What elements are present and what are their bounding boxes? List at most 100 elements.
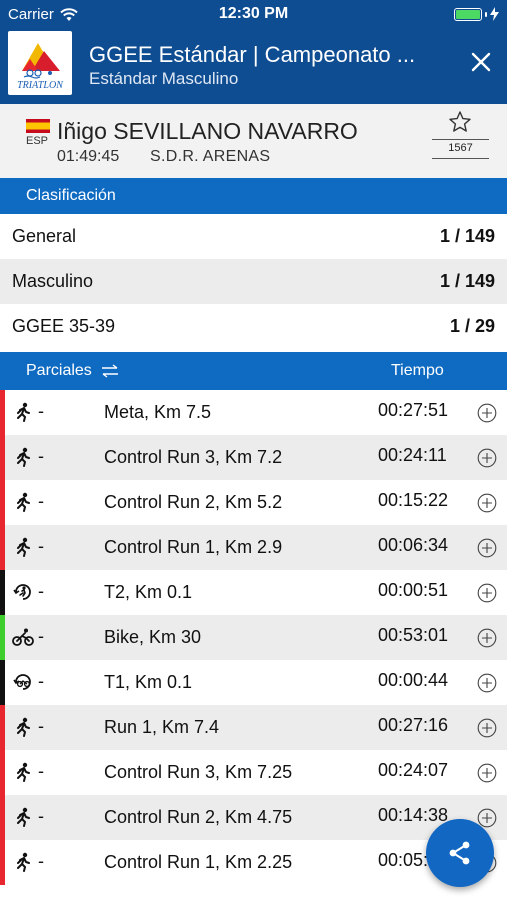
nav-header: TRIATLON GGEE Estándar | Campeonato ... … — [0, 30, 507, 104]
classification-header: Clasificación — [0, 178, 507, 214]
discipline-stripe — [0, 660, 5, 705]
run-icon — [12, 447, 34, 467]
expand-plus-icon[interactable] — [477, 493, 497, 513]
split-row[interactable]: - Run 1, Km 7.4 00:27:16 — [0, 705, 507, 750]
discipline-stripe — [0, 750, 5, 795]
discipline-stripe — [0, 480, 5, 525]
split-time: 00:15:22 — [378, 490, 449, 510]
swap-icon[interactable] — [101, 364, 119, 378]
split-rank: - — [38, 626, 44, 646]
split-row[interactable]: - Control Run 1, Km 2.9 00:06:34 — [0, 525, 507, 570]
splits-time-heading: Tiempo — [391, 362, 444, 379]
classification-value: 1 / 149 — [439, 271, 495, 291]
run-icon — [12, 537, 34, 557]
run-icon — [12, 492, 34, 512]
classification-row: General 1 / 149 — [0, 214, 507, 259]
split-rank: - — [38, 761, 44, 781]
discipline-stripe — [0, 570, 5, 615]
discipline-stripe — [0, 705, 5, 750]
discipline-stripe — [0, 840, 5, 885]
split-rank: - — [38, 806, 44, 826]
split-name: Control Run 2, Km 4.75 — [104, 807, 293, 827]
classification-label: GGEE 35-39 — [12, 316, 116, 336]
split-time: 00:27:16 — [378, 715, 449, 735]
split-row[interactable]: - Bike, Km 30 00:53:01 — [0, 615, 507, 660]
run-icon — [12, 402, 34, 422]
split-name: Control Run 1, Km 2.9 — [104, 537, 283, 557]
split-row[interactable]: - T2, Km 0.1 00:00:51 — [0, 570, 507, 615]
split-time: 00:06:34 — [378, 535, 449, 555]
bike-icon — [12, 627, 34, 647]
discipline-stripe — [0, 615, 5, 660]
discipline-stripe — [0, 435, 5, 480]
split-name: Bike, Km 30 — [104, 627, 202, 647]
split-rank: - — [38, 581, 44, 601]
expand-plus-icon[interactable] — [477, 538, 497, 558]
split-time: 00:27:51 — [378, 400, 449, 420]
athlete-club: S.D.R. ARENAS — [150, 148, 271, 165]
split-rank: - — [38, 851, 44, 871]
share-icon — [449, 841, 470, 865]
charging-icon — [490, 7, 499, 21]
expand-plus-icon[interactable] — [477, 403, 497, 423]
close-icon[interactable] — [469, 50, 493, 74]
expand-plus-icon[interactable] — [477, 673, 497, 693]
split-name: Run 1, Km 7.4 — [104, 717, 220, 737]
run-icon — [12, 717, 34, 737]
spain-flag-icon — [26, 119, 50, 133]
split-name: Control Run 3, Km 7.25 — [104, 762, 293, 782]
split-rank: - — [38, 671, 44, 691]
star-icon[interactable] — [448, 110, 472, 134]
share-button[interactable] — [426, 819, 494, 887]
classification-value: 1 / 149 — [439, 226, 495, 246]
battery-icon — [454, 7, 499, 21]
split-rank: - — [38, 536, 44, 556]
classification-label: General — [12, 226, 77, 246]
triathlon-logo: TRIATLON — [8, 31, 72, 95]
split-name: Control Run 3, Km 7.2 — [104, 447, 283, 467]
athlete-name: Iñigo SEVILLANO NAVARRO — [57, 118, 358, 144]
page-title: GGEE Estándar | Campeonato ... — [89, 42, 416, 67]
split-rank: - — [38, 446, 44, 466]
split-time: 00:00:44 — [378, 670, 449, 690]
splits-header: Parciales Tiempo — [0, 352, 507, 390]
clock: 12:30 PM — [218, 5, 289, 22]
status-bar: Carrier 12:30 PM — [0, 0, 507, 30]
split-name: Meta, Km 7.5 — [104, 402, 212, 422]
bib-number: 1567 — [432, 139, 489, 159]
classification-row: Masculino 1 / 149 — [0, 259, 507, 304]
page-subtitle: Estándar Masculino — [89, 69, 239, 88]
discipline-stripe — [0, 525, 5, 570]
expand-plus-icon[interactable] — [477, 763, 497, 783]
split-rank: - — [38, 716, 44, 736]
split-row[interactable]: - T1, Km 0.1 00:00:44 — [0, 660, 507, 705]
logo-text: TRIATLON — [17, 80, 64, 91]
discipline-stripe — [0, 795, 5, 840]
expand-plus-icon[interactable] — [477, 448, 497, 468]
split-time: 00:00:51 — [378, 580, 449, 600]
split-row[interactable]: - Control Run 3, Km 7.2 00:24:11 — [0, 435, 507, 480]
expand-plus-icon[interactable] — [477, 628, 497, 648]
athlete-card: ESP Iñigo SEVILLANO NAVARRO 01:49:45 S.D… — [0, 104, 507, 178]
run-icon — [12, 852, 34, 872]
split-name: T1, Km 0.1 — [104, 672, 193, 692]
split-time: 00:53:01 — [378, 625, 449, 645]
classification-label: Masculino — [12, 271, 94, 291]
expand-plus-icon[interactable] — [477, 718, 497, 738]
classification-title: Clasificación — [26, 187, 116, 204]
split-row[interactable]: - Control Run 2, Km 5.2 00:15:22 — [0, 480, 507, 525]
discipline-stripe — [0, 390, 5, 435]
classification-row: GGEE 35-39 1 / 29 — [0, 304, 507, 349]
split-rank: - — [38, 491, 44, 511]
split-name: T2, Km 0.1 — [104, 582, 193, 602]
transition-bike-icon — [12, 672, 34, 692]
country-code: ESP — [26, 135, 49, 147]
splits-title: Parciales — [26, 362, 92, 379]
split-row[interactable]: - Meta, Km 7.5 00:27:51 — [0, 390, 507, 435]
split-name: Control Run 2, Km 5.2 — [104, 492, 283, 512]
split-time: 00:14:38 — [378, 805, 449, 825]
split-time: 00:24:11 — [378, 445, 447, 465]
split-row[interactable]: - Control Run 3, Km 7.25 00:24:07 — [0, 750, 507, 795]
expand-plus-icon[interactable] — [477, 583, 497, 603]
split-rank: - — [38, 401, 44, 421]
